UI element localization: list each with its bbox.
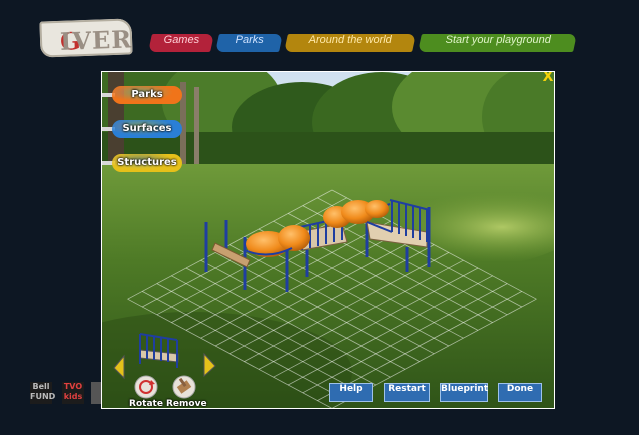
nav-tab-label: Around the world [309, 34, 393, 46]
remove-label: Remove [166, 399, 207, 409]
help-button[interactable]: Help [329, 383, 373, 402]
remove-icon[interactable] [172, 375, 196, 399]
nav-tab-label: Start your playground [445, 34, 551, 46]
close-icon[interactable]: X [541, 72, 554, 84]
giver-logo[interactable]: G IVER [39, 18, 133, 58]
nav-tab-start-your-playground[interactable]: Start your playground [418, 34, 577, 52]
nav-tab-label: Games [163, 34, 200, 46]
nav-tab-parks[interactable]: Parks [215, 34, 283, 52]
logo-rest-letters: IVER [59, 24, 133, 56]
menu-surfaces-button[interactable]: Surfaces [112, 120, 182, 138]
sponsor-logo-partial [91, 382, 101, 404]
menu-parks-button[interactable]: Parks [112, 86, 182, 104]
menu-structures-button[interactable]: Structures [112, 154, 182, 172]
bell-fund-logo[interactable]: Bell FUND [30, 382, 55, 404]
tvo-kids-logo[interactable]: TVO kids [62, 382, 84, 404]
done-button[interactable]: Done [498, 383, 542, 402]
orange-tube-end[interactable] [365, 200, 389, 218]
restart-button[interactable]: Restart [384, 383, 430, 402]
nav-tab-label: Parks [235, 34, 264, 46]
rotate-label: Rotate [129, 399, 163, 409]
nav-tab-around-the-world[interactable]: Around the world [284, 34, 416, 52]
playground-builder-canvas[interactable]: X Parks Surfaces Structures Rotate Remov… [101, 71, 555, 409]
blueprint-button[interactable]: Blueprint [440, 383, 488, 402]
rotate-icon[interactable] [134, 375, 158, 399]
orange-tube-mid[interactable] [278, 225, 310, 251]
nav-tab-games[interactable]: Games [148, 34, 214, 52]
